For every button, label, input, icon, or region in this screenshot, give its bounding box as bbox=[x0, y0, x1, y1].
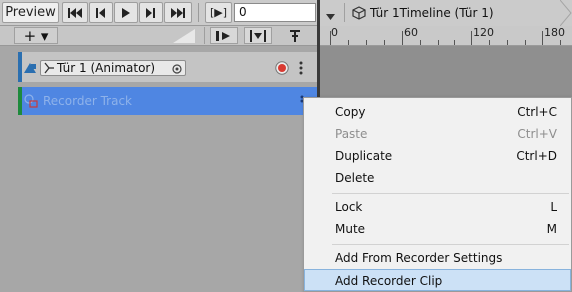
pin-icon bbox=[290, 29, 300, 42]
animator-track-color-bar bbox=[18, 52, 22, 82]
previous-frame-icon bbox=[96, 7, 105, 18]
ruler-label: 180 bbox=[544, 26, 565, 39]
play-range-button[interactable]: [▶] bbox=[205, 2, 232, 23]
breadcrumb-label: Tür 1Timeline (Tür 1) bbox=[370, 6, 494, 20]
curves-icon[interactable] bbox=[173, 29, 195, 46]
menu-item-shortcut: Ctrl+V bbox=[517, 127, 557, 141]
menu-item-copy[interactable]: Copy Ctrl+C bbox=[304, 101, 571, 123]
previous-frame-button[interactable] bbox=[89, 2, 113, 23]
track-options-button[interactable] bbox=[299, 61, 303, 78]
menu-separator bbox=[332, 193, 569, 194]
animator-clip-lane[interactable] bbox=[320, 46, 572, 87]
recorder-track-color-bar bbox=[18, 87, 22, 115]
ruler-label: 120 bbox=[473, 26, 494, 39]
record-button[interactable] bbox=[275, 61, 289, 78]
time-ruler[interactable]: 0 60 120 180 bbox=[320, 26, 572, 46]
menu-item-label: Mute bbox=[335, 222, 366, 236]
ruler-tick bbox=[454, 40, 455, 45]
toolbar-divider bbox=[198, 3, 199, 22]
recorder-track-icon bbox=[24, 94, 38, 111]
menu-item-label: Paste bbox=[335, 127, 368, 141]
menu-item-mute[interactable]: Mute M bbox=[304, 218, 571, 240]
breadcrumb-divider bbox=[344, 3, 345, 22]
clip-edit-mode-button[interactable] bbox=[210, 27, 238, 44]
add-track-button[interactable]: + ▾ bbox=[14, 27, 58, 45]
play-button[interactable] bbox=[114, 2, 138, 23]
menu-item-duplicate[interactable]: Duplicate Ctrl+D bbox=[304, 145, 571, 167]
menu-item-delete[interactable]: Delete bbox=[304, 167, 571, 189]
ruler-tick bbox=[348, 40, 349, 45]
ruler-label: 60 bbox=[404, 26, 418, 39]
timeline-breadcrumb-bar: Tür 1Timeline (Tür 1) bbox=[320, 0, 572, 29]
skip-to-start-icon bbox=[68, 7, 82, 18]
menu-item-shortcut: Ctrl+D bbox=[516, 149, 557, 163]
ruler-tick bbox=[420, 40, 421, 45]
recorder-track-label: Recorder Track bbox=[43, 94, 132, 108]
preview-button[interactable]: Preview bbox=[2, 2, 59, 23]
menu-item-shortcut: Ctrl+C bbox=[517, 105, 557, 119]
menu-item-label: Lock bbox=[335, 200, 363, 214]
ruler-tick bbox=[489, 40, 490, 45]
goto-start-button[interactable] bbox=[62, 2, 88, 23]
menu-item-label: Duplicate bbox=[335, 149, 393, 163]
ruler-tick bbox=[330, 31, 331, 45]
more-vertical-icon bbox=[299, 61, 303, 75]
menu-item-label: Copy bbox=[335, 105, 366, 119]
ruler-tick bbox=[471, 31, 472, 45]
snap-icon bbox=[250, 29, 266, 42]
ruler-tick bbox=[525, 40, 526, 45]
menu-item-shortcut: M bbox=[546, 222, 557, 236]
ruler-tick bbox=[560, 40, 561, 45]
next-frame-icon bbox=[146, 7, 155, 18]
play-icon bbox=[121, 7, 130, 18]
ruler-tick bbox=[366, 40, 367, 45]
menu-item-label: Delete bbox=[335, 171, 375, 185]
cube-icon bbox=[352, 6, 366, 20]
pin-button[interactable] bbox=[284, 27, 306, 44]
row-divider bbox=[204, 27, 205, 44]
object-picker-icon[interactable] bbox=[172, 63, 182, 77]
ruler-tick bbox=[438, 40, 439, 45]
chevron-down-icon[interactable] bbox=[326, 9, 335, 23]
ruler-label: 0 bbox=[331, 26, 338, 39]
skip-to-end-icon bbox=[171, 7, 185, 18]
animator-binding-field[interactable]: Tür 1 (Animator) bbox=[40, 60, 186, 76]
current-frame-field[interactable]: 0 bbox=[234, 3, 316, 22]
menu-item-add-recorder-clip[interactable]: Add Recorder Clip bbox=[304, 269, 571, 291]
ruler-tick bbox=[384, 40, 385, 45]
next-frame-button[interactable] bbox=[139, 2, 163, 23]
track-header-toolbar: + ▾ bbox=[0, 26, 317, 46]
animator-component-icon bbox=[44, 62, 54, 77]
record-icon bbox=[275, 61, 289, 75]
menu-item-label: Add Recorder Clip bbox=[335, 274, 443, 288]
animator-binding-label: Tür 1 (Animator) bbox=[57, 61, 156, 75]
menu-item-label: Add From Recorder Settings bbox=[335, 251, 503, 265]
menu-item-add-from-recorder-settings[interactable]: Add From Recorder Settings bbox=[304, 247, 571, 269]
menu-item-lock[interactable]: Lock L bbox=[304, 196, 571, 218]
animation-track-icon bbox=[24, 61, 36, 76]
menu-item-paste: Paste Ctrl+V bbox=[304, 123, 571, 145]
menu-item-shortcut: L bbox=[550, 200, 557, 214]
breadcrumb[interactable]: Tür 1Timeline (Tür 1) bbox=[352, 0, 494, 26]
ruler-tick bbox=[542, 31, 543, 45]
goto-end-button[interactable] bbox=[164, 2, 192, 23]
ruler-tick bbox=[507, 40, 508, 45]
breadcrumb-arrow-icon bbox=[559, 0, 572, 29]
ripple-mode-icon bbox=[216, 30, 230, 41]
snap-button[interactable] bbox=[244, 27, 272, 44]
ruler-tick bbox=[402, 31, 403, 45]
context-menu: Copy Ctrl+C Paste Ctrl+V Duplicate Ctrl+… bbox=[303, 97, 572, 292]
menu-separator bbox=[332, 244, 569, 245]
